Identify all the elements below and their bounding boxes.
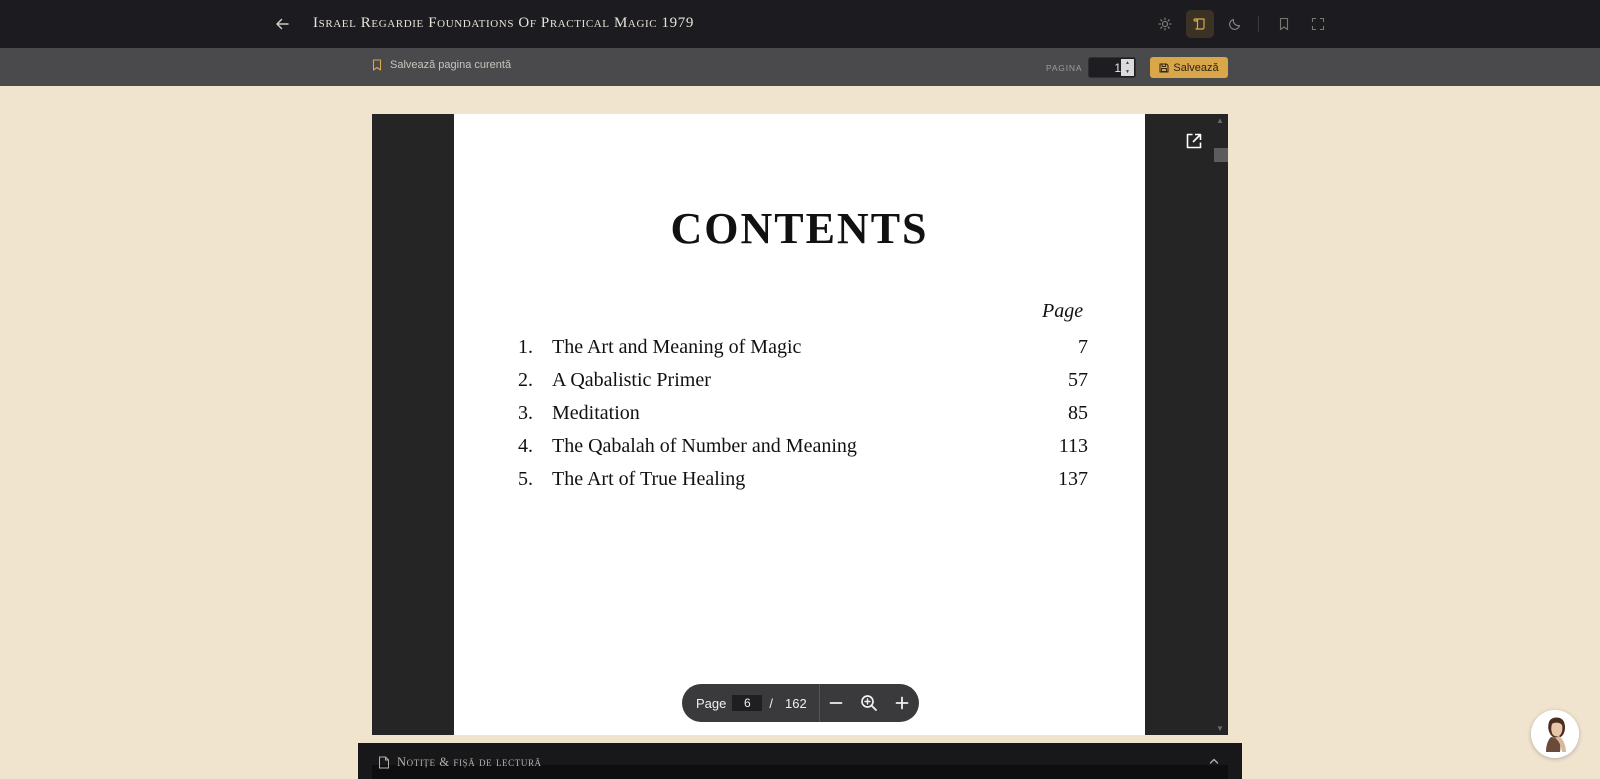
toc-title: Meditation bbox=[552, 402, 640, 424]
page-number-field: ▲ ▼ bbox=[1088, 57, 1136, 78]
page-navigation: Page / 162 bbox=[682, 684, 919, 722]
total-pages: 162 bbox=[785, 695, 807, 711]
scroll-down-icon[interactable]: ▼ bbox=[1216, 724, 1224, 733]
notes-panel-label: Notițe & fișă de lectură bbox=[397, 755, 542, 769]
sun-icon[interactable] bbox=[1151, 10, 1179, 38]
toc-row: 2. A Qabalistic Primer 57 bbox=[518, 369, 1088, 393]
toc-row: 1. The Art and Meaning of Magic 7 bbox=[518, 336, 1088, 360]
zoom-reset-button[interactable] bbox=[853, 684, 886, 722]
page-column-heading: Page bbox=[1042, 300, 1084, 322]
portrait-illustration bbox=[1531, 710, 1579, 758]
vertical-scrollbar[interactable]: ▲ ▼ bbox=[1213, 114, 1228, 735]
stepper-down-icon[interactable]: ▼ bbox=[1125, 68, 1130, 76]
toc-title: A Qabalistic Primer bbox=[552, 369, 711, 391]
page-number-stepper[interactable]: ▲ ▼ bbox=[1121, 59, 1134, 76]
open-external-icon[interactable] bbox=[1183, 130, 1205, 152]
pdf-page: CONTENTS Page 1. The Art and Meaning of … bbox=[454, 114, 1145, 735]
current-page-input[interactable] bbox=[732, 695, 763, 711]
zoom-in-button[interactable] bbox=[886, 684, 919, 722]
toolbar-divider bbox=[1258, 16, 1259, 32]
toc-page: 57 bbox=[1068, 369, 1088, 391]
page-number-input[interactable] bbox=[1089, 58, 1121, 77]
plus-icon bbox=[896, 696, 909, 710]
toc-page: 7 bbox=[1078, 336, 1088, 358]
document-icon bbox=[379, 756, 389, 769]
chevron-up-icon[interactable] bbox=[1206, 753, 1222, 769]
pdf-viewer[interactable]: CONTENTS Page 1. The Art and Meaning of … bbox=[372, 114, 1228, 735]
toc-number: 5. bbox=[518, 468, 533, 490]
bookmark-icon[interactable] bbox=[1270, 10, 1298, 38]
assistant-avatar[interactable] bbox=[1531, 710, 1579, 758]
top-bar: Israel Regardie Foundations Of Practical… bbox=[0, 0, 1600, 48]
zoom-out-button[interactable] bbox=[820, 684, 853, 722]
scrollbar-thumb[interactable] bbox=[1214, 148, 1228, 162]
scroll-up-icon[interactable]: ▲ bbox=[1216, 116, 1224, 125]
toc-row: 4. The Qabalah of Number and Meaning 113 bbox=[518, 435, 1088, 459]
toc-title: The Art of True Healing bbox=[552, 468, 746, 490]
scroll-icon[interactable] bbox=[1186, 10, 1214, 38]
toc-row: 5. The Art of True Healing 137 bbox=[518, 468, 1088, 492]
bookmark-outline-icon bbox=[372, 59, 382, 71]
minus-icon bbox=[829, 702, 843, 704]
toc-row: 3. Meditation 85 bbox=[518, 402, 1088, 426]
stepper-up-icon[interactable]: ▲ bbox=[1125, 59, 1130, 67]
back-arrow-icon[interactable] bbox=[271, 13, 293, 35]
floppy-disk-icon bbox=[1159, 63, 1169, 72]
save-button[interactable]: Salvează bbox=[1150, 57, 1228, 78]
toc-number: 3. bbox=[518, 402, 533, 424]
book-title: Israel Regardie Foundations Of Practical… bbox=[313, 15, 694, 31]
page-number-label: PAGINA bbox=[1046, 63, 1083, 73]
notes-panel: Notițe & fișă de lectură bbox=[358, 743, 1242, 779]
pager-separator: / bbox=[769, 695, 773, 711]
save-current-page-label: Salvează pagina curentă bbox=[390, 59, 512, 71]
toc-number: 2. bbox=[518, 369, 533, 391]
moon-icon[interactable] bbox=[1221, 10, 1249, 38]
save-button-label: Salvează bbox=[1173, 61, 1219, 74]
contents-heading: CONTENTS bbox=[670, 204, 929, 253]
toc-number: 4. bbox=[518, 435, 533, 457]
page-toolbar: Salvează pagina curentă PAGINA ▲ ▼ Salve… bbox=[0, 48, 1600, 86]
toc-page: 85 bbox=[1068, 402, 1088, 424]
toc-number: 1. bbox=[518, 336, 533, 358]
toc-page: 113 bbox=[1058, 435, 1088, 457]
toc-page: 137 bbox=[1058, 468, 1088, 490]
notes-toggle[interactable]: Notițe & fișă de lectură bbox=[378, 755, 542, 770]
toc-title: The Art and Meaning of Magic bbox=[552, 336, 802, 358]
zoom-icon bbox=[861, 695, 878, 711]
pager-label: Page bbox=[696, 695, 727, 711]
toc-title: The Qabalah of Number and Meaning bbox=[552, 435, 857, 457]
fullscreen-icon[interactable] bbox=[1304, 10, 1332, 38]
save-current-page-button[interactable]: Salvează pagina curentă bbox=[372, 59, 511, 71]
